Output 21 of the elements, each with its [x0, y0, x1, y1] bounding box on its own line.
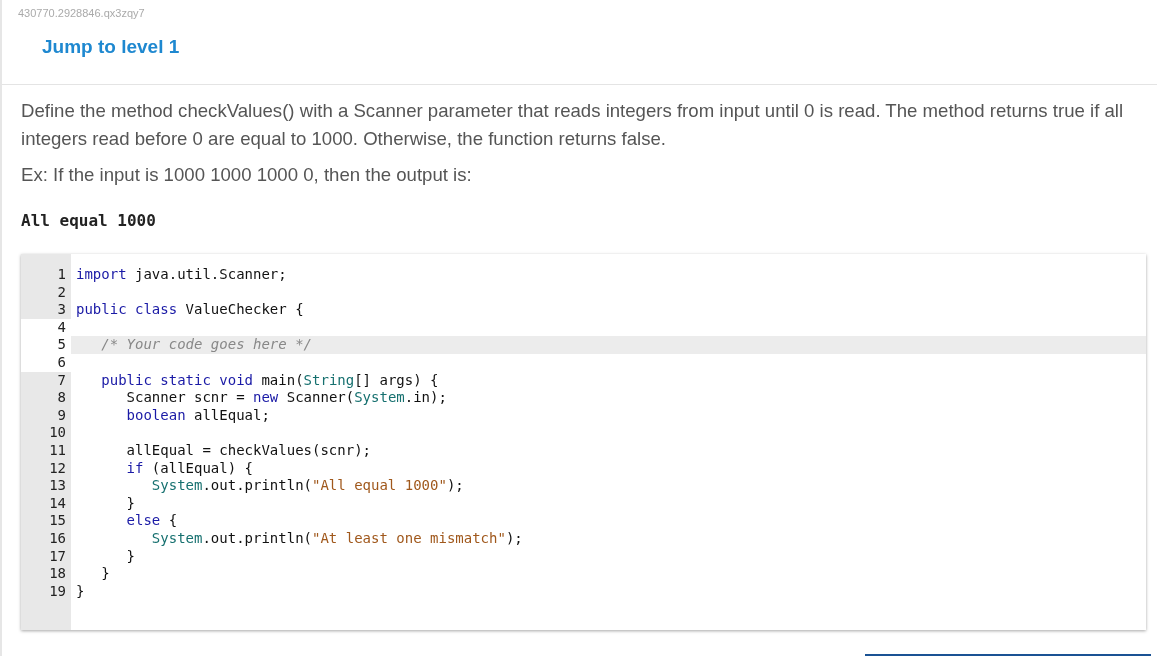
code-line: else { — [125, 512, 179, 530]
code-line: allEqual = checkValues(scnr); — [125, 441, 372, 460]
code-line: } — [75, 582, 86, 601]
example-output: All equal 1000 — [21, 211, 157, 230]
code-line: if (allEqual) { — [125, 459, 254, 478]
line-number: 5 — [21, 336, 71, 354]
code-line: Scanner scnr = new Scanner(System.in); — [125, 389, 448, 407]
code-line: } — [125, 547, 136, 566]
code-line: public class ValueChecker { — [75, 301, 305, 319]
instruction-text: Define the method checkValues() with a Scanner parameter that reads integers from input until 0 is read. The method returns true if all integers read before 0 are equal to 1000. Otherwise, the function returns false. — [21, 99, 1125, 151]
code-line: } — [100, 565, 111, 583]
code-line: public static void main(String[] args) { — [100, 371, 440, 390]
code-line: System.out.println("All equal 1000"); — [150, 477, 465, 495]
code-line: import java.util.Scanner; — [75, 266, 288, 284]
instruction-text: Ex: If the input is 1000 1000 1000 0, then the output is: — [21, 163, 473, 187]
page-id: 430770.2928846.qx3zqy7 — [17, 6, 146, 19]
code-editor[interactable] — [21, 254, 1146, 630]
jump-link[interactable]: Jump to level 1 — [42, 36, 180, 58]
code-line: System.out.println("At least one mismatch"); — [150, 529, 524, 548]
code-line: boolean allEqual; — [125, 406, 271, 425]
code-line: } — [125, 494, 136, 513]
